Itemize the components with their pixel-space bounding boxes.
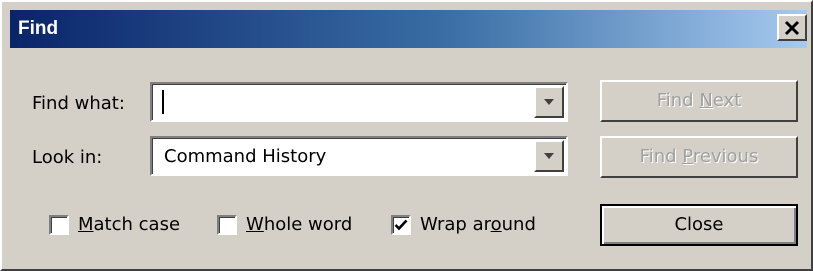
wrap-around-label[interactable]: Wrap around xyxy=(420,214,536,236)
checkmark-icon xyxy=(394,219,408,231)
close-icon[interactable] xyxy=(777,14,807,41)
find-what-dropdown-button[interactable] xyxy=(534,86,564,118)
wrap-around-checkbox[interactable] xyxy=(391,215,411,235)
find-next-button[interactable]: Find Next xyxy=(600,80,798,122)
whole-word-checkbox[interactable] xyxy=(217,215,237,235)
find-what-label: Find what: xyxy=(32,93,125,114)
find-dialog: Find Find what: Look in: Command History… xyxy=(0,0,813,271)
wrap-around-option[interactable]: Wrap around xyxy=(391,214,536,236)
whole-word-label[interactable]: Whole word xyxy=(246,214,352,236)
match-case-label[interactable]: Match case xyxy=(78,214,180,236)
find-what-combobox[interactable] xyxy=(150,82,568,122)
whole-word-option[interactable]: Whole word xyxy=(217,214,352,236)
dialog-title: Find xyxy=(18,18,59,39)
find-previous-button[interactable]: Find Previous xyxy=(600,136,798,178)
title-bar[interactable]: Find xyxy=(10,10,807,48)
match-case-checkbox[interactable] xyxy=(49,215,69,235)
text-cursor xyxy=(162,90,164,114)
close-button[interactable]: Close xyxy=(600,204,798,246)
look-in-label: Look in: xyxy=(32,147,103,168)
chevron-down-icon xyxy=(544,153,554,159)
look-in-combobox[interactable]: Command History xyxy=(150,136,568,176)
chevron-down-icon xyxy=(544,99,554,105)
look-in-dropdown-button[interactable] xyxy=(534,140,564,172)
match-case-option[interactable]: Match case xyxy=(49,214,180,236)
look-in-value: Command History xyxy=(164,146,327,167)
